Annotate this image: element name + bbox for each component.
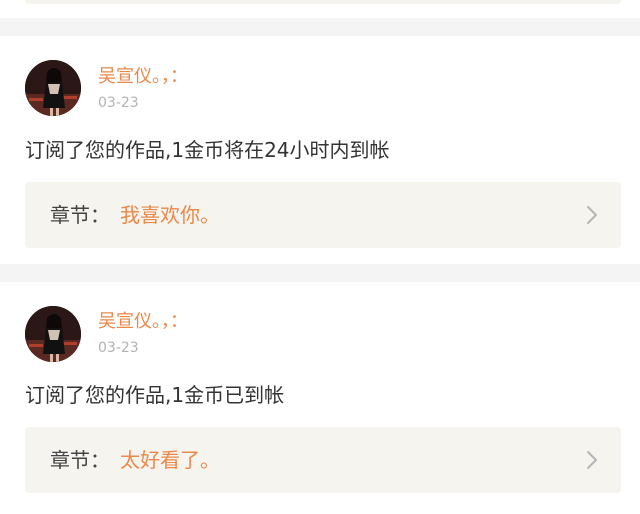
chapter-label: 章节：	[50, 448, 110, 472]
notification-card: 吴宣仪。，： 03-23 订阅了您的作品,1金币已到帐 章节： 太好看了。	[0, 282, 640, 514]
avatar-image	[25, 60, 81, 116]
chapter-label: 章节：	[50, 203, 110, 227]
avatar-image	[25, 306, 81, 362]
chapter-link[interactable]: 章节： 我喜欢你。	[25, 182, 621, 248]
notification-list: 吴宣仪。，： 03-23 订阅了您的作品,1金币将在24小时内到帐 章节： 我喜…	[0, 0, 640, 514]
avatar[interactable]	[25, 60, 81, 116]
notification-message: 订阅了您的作品,1金币将在24小时内到帐	[25, 138, 390, 162]
previous-chapter-box-remnant	[25, 0, 621, 4]
chapter-title: 我喜欢你。	[120, 203, 220, 227]
timestamp: 03-23	[98, 340, 139, 356]
previous-card-remnant	[0, 0, 640, 18]
chapter-title: 太好看了。	[120, 448, 220, 472]
chevron-right-icon	[587, 206, 597, 224]
timestamp: 03-23	[98, 95, 139, 111]
notification-card: 吴宣仪。，： 03-23 订阅了您的作品,1金币将在24小时内到帐 章节： 我喜…	[0, 36, 640, 264]
chapter-link[interactable]: 章节： 太好看了。	[25, 427, 621, 493]
username[interactable]: 吴宣仪。，：	[98, 311, 188, 333]
notification-message: 订阅了您的作品,1金币已到帐	[25, 383, 285, 407]
avatar[interactable]	[25, 306, 81, 362]
username[interactable]: 吴宣仪。，：	[98, 66, 188, 88]
chevron-right-icon	[587, 451, 597, 469]
